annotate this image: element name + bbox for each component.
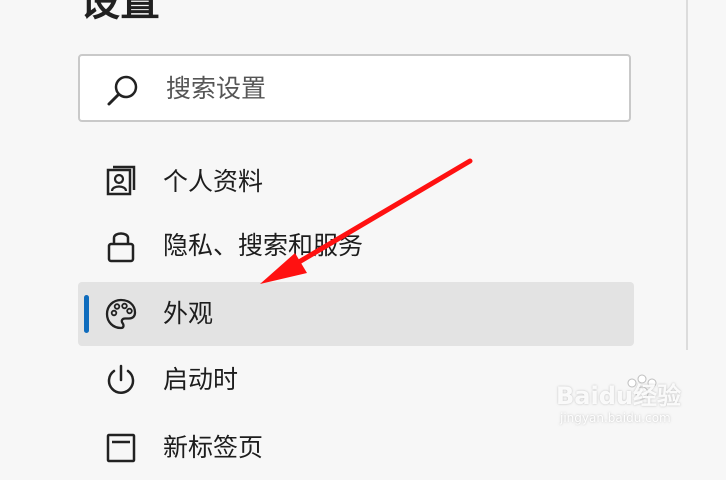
watermark-brand: Baidu经验 — [556, 382, 681, 410]
sidebar-item-label: 个人资料 — [163, 167, 264, 196]
sidebar-item-appearance[interactable]: 外观 — [78, 282, 634, 346]
power-icon — [107, 364, 135, 394]
selected-indicator — [84, 295, 89, 333]
search-input[interactable] — [166, 68, 606, 108]
new-tab-icon — [106, 433, 136, 463]
sidebar-item-label: 外观 — [163, 299, 214, 328]
sidebar-item-startup[interactable]: 启动时 — [78, 348, 634, 412]
sidebar-item-privacy[interactable]: 隐私、搜索和服务 — [78, 214, 634, 278]
sidebar-item-label: 新标签页 — [163, 433, 264, 462]
palette-icon — [105, 298, 137, 330]
sidebar-item-profile[interactable]: 个人资料 — [78, 150, 634, 214]
watermark-domain: jingyan.baidu.com — [560, 411, 671, 425]
sidebar-item-new-tab[interactable]: 新标签页 — [78, 416, 634, 480]
lock-icon — [107, 232, 135, 263]
profile-icon — [106, 165, 136, 196]
sidebar-item-label: 隐私、搜索和服务 — [163, 231, 364, 260]
search-box[interactable] — [78, 54, 631, 122]
search-icon — [107, 75, 138, 106]
page-title: 设置 — [80, 0, 160, 25]
settings-panel-divider — [686, 0, 688, 350]
sidebar-item-label: 启动时 — [163, 365, 239, 394]
